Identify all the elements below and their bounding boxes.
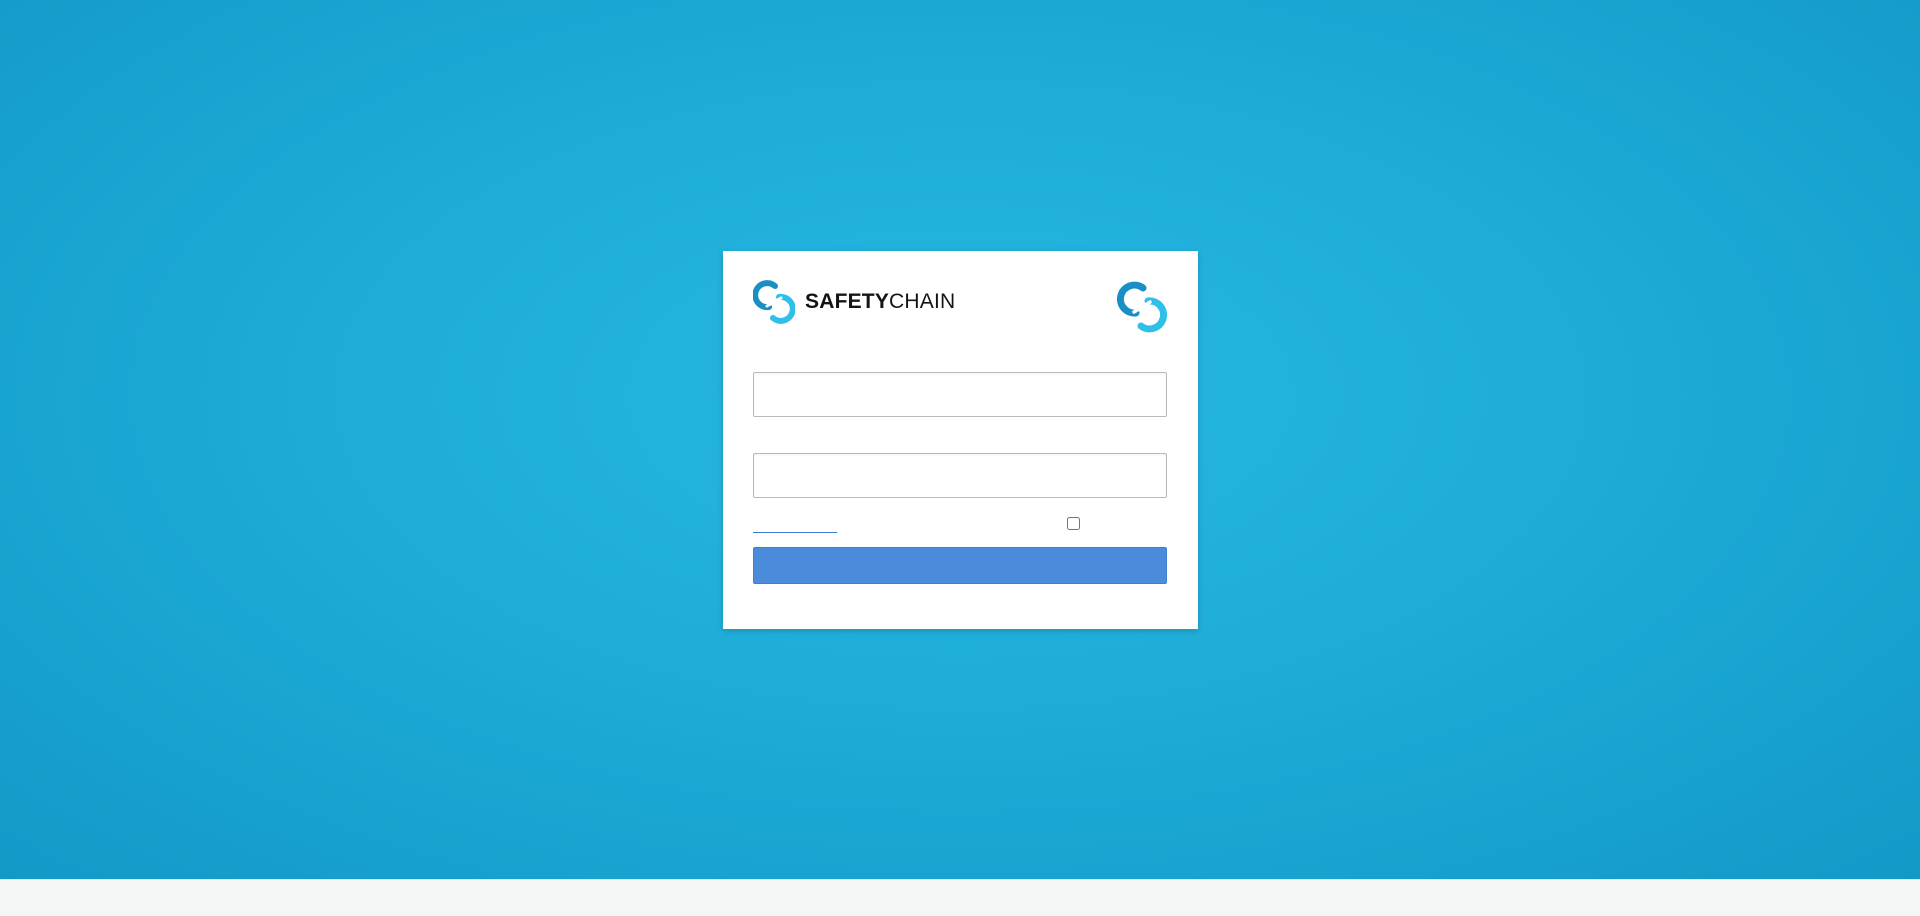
username-input[interactable] [753,372,1167,417]
brand-logo: SAFETYCHAIN [753,280,955,324]
login-button[interactable] [753,547,1167,584]
password-input[interactable] [753,453,1167,498]
brand-wordmark: SAFETYCHAIN [805,290,955,314]
corner-logo [1116,281,1168,333]
forgot-password-link[interactable] [753,521,837,533]
footer-bar [0,879,1920,916]
brand-name-bold: SAFETY [805,290,890,313]
brand-name-light: CHAIN [889,290,956,313]
login-background: SAFETYCHAIN [0,0,1920,879]
safetychain-link-icon [753,280,795,324]
login-card: SAFETYCHAIN [723,251,1198,629]
safetychain-link-icon [1116,281,1168,333]
remember-me-checkbox[interactable] [1067,517,1080,530]
